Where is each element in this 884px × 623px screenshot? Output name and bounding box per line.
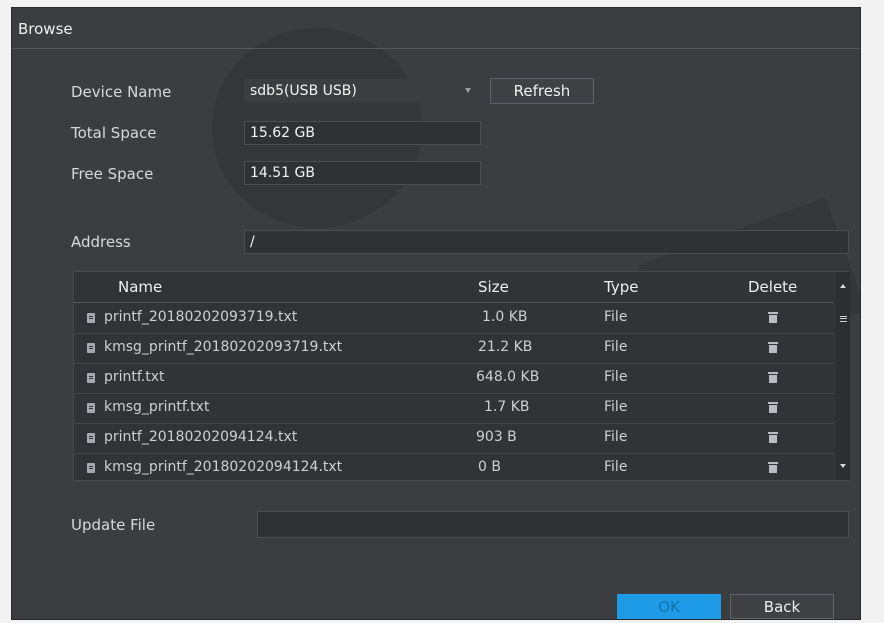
scroll-thumb-icon[interactable]	[840, 316, 847, 322]
address-field[interactable]: /	[244, 230, 849, 254]
file-name: kmsg_printf_20180202094124.txt	[104, 459, 343, 475]
header-size[interactable]: Size	[478, 278, 509, 296]
table-row[interactable]: printf.txt 648.0 KB File	[74, 363, 834, 394]
trash-icon[interactable]	[768, 372, 778, 383]
file-size: 903 B	[476, 429, 517, 445]
trash-icon[interactable]	[768, 342, 778, 353]
refresh-button[interactable]: Refresh	[490, 78, 594, 104]
scroll-up-arrow-icon[interactable]	[840, 284, 846, 288]
file-type: File	[604, 309, 628, 325]
table-scrollbar[interactable]	[836, 272, 850, 480]
table-row[interactable]: printf_20180202093719.txt 1.0 KB File	[74, 303, 834, 334]
ok-label: OK	[658, 598, 680, 616]
file-icon	[87, 343, 95, 353]
table-row[interactable]: printf_20180202094124.txt 903 B File	[74, 423, 834, 454]
header-name[interactable]: Name	[118, 278, 162, 296]
address-value: /	[250, 234, 255, 250]
file-icon	[87, 433, 95, 443]
file-name: printf_20180202093719.txt	[104, 309, 298, 325]
total-space-value: 15.62 GB	[250, 125, 315, 141]
file-size: 0 B	[478, 459, 501, 475]
device-name-label: Device Name	[71, 83, 172, 101]
file-table: Name Size Type Delete printf_20180202093…	[73, 271, 850, 483]
file-size: 648.0 KB	[476, 369, 540, 385]
table-header: Name Size Type Delete	[74, 272, 834, 303]
title-bar: Browse	[12, 8, 860, 49]
header-delete[interactable]: Delete	[748, 278, 797, 296]
file-icon	[87, 373, 95, 383]
trash-icon[interactable]	[768, 402, 778, 413]
file-name: printf_20180202094124.txt	[104, 429, 298, 445]
file-size: 1.0 KB	[482, 309, 528, 325]
file-icon	[87, 403, 95, 413]
free-space-label: Free Space	[71, 165, 154, 183]
back-button[interactable]: Back	[730, 594, 834, 619]
free-space-value: 14.51 GB	[250, 165, 315, 181]
file-name: kmsg_printf_20180202093719.txt	[104, 339, 343, 355]
scroll-down-arrow-icon[interactable]	[840, 464, 846, 468]
file-type: File	[604, 459, 628, 475]
device-name-select[interactable]: sdb5(USB USB)	[244, 79, 477, 103]
trash-icon[interactable]	[768, 312, 778, 323]
chevron-down-icon	[465, 88, 471, 93]
refresh-label: Refresh	[513, 82, 571, 100]
trash-icon[interactable]	[768, 432, 778, 443]
header-type[interactable]: Type	[604, 278, 638, 296]
table-row[interactable]: kmsg_printf_20180202093719.txt 21.2 KB F…	[74, 333, 834, 364]
browse-dialog: Browse Device Name sdb5(USB USB) Refresh…	[12, 8, 860, 619]
file-type: File	[604, 369, 628, 385]
device-name-value: sdb5(USB USB)	[250, 83, 357, 99]
file-name: kmsg_printf.txt	[104, 399, 210, 415]
total-space-label: Total Space	[71, 124, 157, 142]
file-name: printf.txt	[104, 369, 165, 385]
file-size: 1.7 KB	[484, 399, 530, 415]
file-icon	[87, 463, 95, 473]
free-space-field: 14.51 GB	[244, 161, 481, 185]
ok-button[interactable]: OK	[617, 594, 721, 619]
table-row[interactable]: kmsg_printf_20180202094124.txt 0 B File	[74, 453, 834, 483]
file-type: File	[604, 399, 628, 415]
back-label: Back	[763, 598, 801, 616]
table-row[interactable]: kmsg_printf.txt 1.7 KB File	[74, 393, 834, 424]
file-type: File	[604, 429, 628, 445]
file-icon	[87, 313, 95, 323]
file-type: File	[604, 339, 628, 355]
dialog-title: Browse	[18, 20, 73, 38]
file-size: 21.2 KB	[478, 339, 533, 355]
update-file-field[interactable]	[257, 511, 849, 538]
trash-icon[interactable]	[768, 462, 778, 473]
address-label: Address	[71, 233, 131, 251]
update-file-label: Update File	[71, 516, 156, 534]
total-space-field: 15.62 GB	[244, 121, 481, 145]
